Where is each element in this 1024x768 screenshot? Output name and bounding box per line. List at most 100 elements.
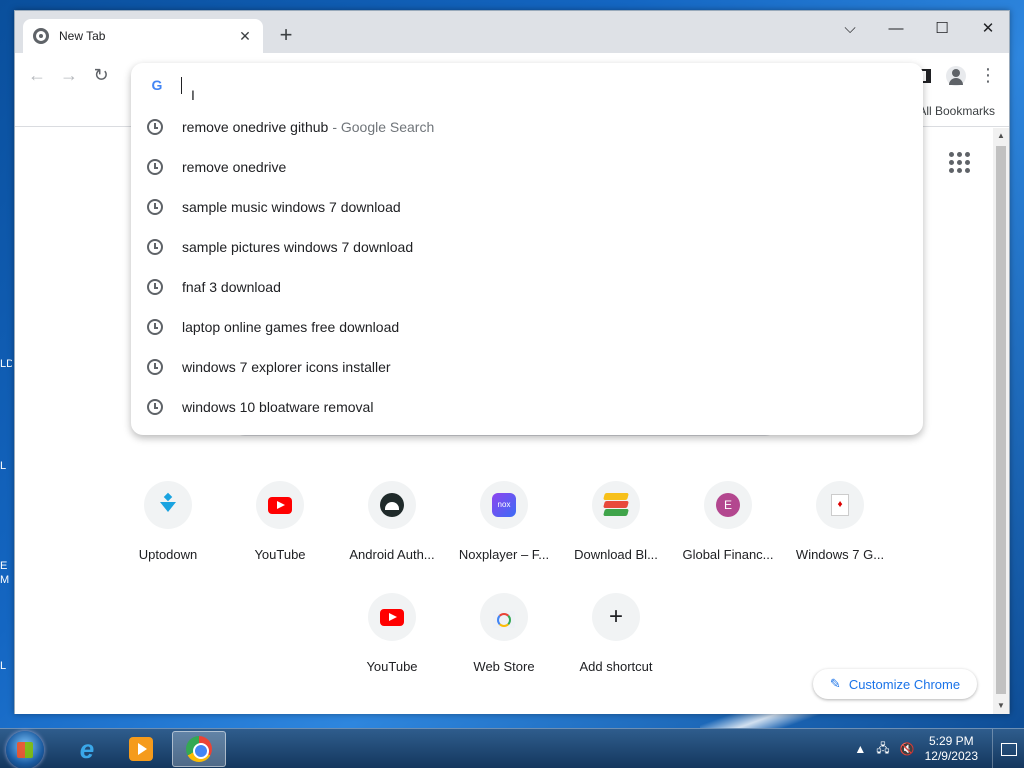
suggestion-text: sample music windows 7 download — [182, 199, 401, 215]
suggestion-text: remove onedrive github — [182, 119, 329, 135]
bluestacks-icon — [603, 493, 629, 517]
close-window-button[interactable]: ✕ — [965, 15, 1011, 45]
global-finance-icon: E — [716, 493, 740, 517]
google-apps-grid-icon[interactable] — [947, 150, 971, 174]
shortcut-title: Android Auth... — [349, 547, 435, 562]
shortcut-title: YouTube — [366, 659, 418, 674]
add-shortcut-button[interactable]: + Add shortcut — [560, 573, 672, 674]
taskbar-media-player[interactable] — [114, 731, 168, 767]
suggestion-item[interactable]: remove onedrive github - Google Search — [131, 107, 923, 147]
shortcut-icon-bg — [480, 593, 528, 641]
history-clock-icon — [147, 159, 163, 175]
address-bar-input[interactable] — [180, 73, 923, 97]
clock-time: 5:29 PM — [928, 734, 974, 748]
shortcut-tile[interactable]: Uptodown — [112, 461, 224, 562]
shortcut-icon-bg — [144, 481, 192, 529]
forward-button[interactable]: → — [57, 64, 81, 88]
google-g-icon: G — [151, 77, 163, 93]
start-button[interactable] — [6, 731, 44, 768]
windows7-games-icon: ♦ — [831, 494, 849, 516]
shortcut-icon-bg: ♦ — [816, 481, 864, 529]
profile-avatar-icon — [946, 65, 966, 86]
action-center-button[interactable] — [992, 729, 1024, 768]
tray-expand-arrow-icon[interactable]: ▲ — [854, 742, 866, 756]
chrome-favicon-icon — [33, 28, 49, 44]
plus-icon: + — [608, 603, 623, 630]
suggestion-item[interactable]: windows 7 explorer icons installer — [131, 347, 923, 387]
shortcut-icon-bg: + — [592, 593, 640, 641]
shortcut-tile[interactable]: Web Store — [448, 573, 560, 674]
system-clock[interactable]: 5:29 PM 12/9/2023 — [925, 734, 978, 764]
shortcut-tile[interactable]: YouTube — [336, 573, 448, 674]
shortcut-title: Global Financ... — [682, 547, 774, 562]
taskbar-internet-explorer[interactable]: e — [60, 731, 114, 767]
shortcut-tile[interactable]: nox Noxplayer – F... — [448, 461, 560, 562]
windows-taskbar: e ▲ 🖧 🔇 5:29 PM 12/9/2023 — [0, 728, 1024, 768]
tab-close-icon[interactable]: ✕ — [237, 28, 253, 45]
network-icon[interactable]: 🖧 — [876, 739, 889, 760]
history-clock-icon — [147, 279, 163, 295]
desktop-icon-label-fragment: L — [0, 660, 7, 672]
taskbar-chrome[interactable] — [172, 731, 226, 767]
uptodown-icon — [157, 494, 179, 516]
tab-strip: New Tab ✕ + ⌵ — ☐ ✕ — [15, 11, 1009, 53]
omnibox-dropdown: G I remove onedrive github - Google Sear… — [131, 63, 923, 435]
scroll-up-arrow-icon[interactable]: ▲ — [993, 128, 1009, 144]
reload-button[interactable]: ↻ — [89, 64, 113, 88]
volume-muted-icon[interactable]: 🔇 — [900, 742, 915, 756]
shortcut-icon-bg — [256, 481, 304, 529]
history-clock-icon — [147, 119, 163, 135]
suggestion-text: fnaf 3 download — [182, 279, 281, 295]
suggestion-text: windows 10 bloatware removal — [182, 399, 374, 415]
tab-search-chevron-icon[interactable]: ⌵ — [827, 15, 873, 45]
shortcut-title: Web Store — [473, 659, 535, 674]
internet-explorer-icon: e — [79, 733, 95, 764]
new-tab-button[interactable]: + — [273, 23, 299, 49]
media-player-icon — [129, 737, 153, 761]
shortcut-icon-bg: nox — [480, 481, 528, 529]
shortcut-icon-bg — [368, 593, 416, 641]
suggestion-text: laptop online games free download — [182, 319, 400, 335]
history-clock-icon — [147, 199, 163, 215]
suggestion-item[interactable]: sample pictures windows 7 download — [131, 227, 923, 267]
clock-date: 12/9/2023 — [924, 749, 978, 763]
chrome-menu-button[interactable]: ⋮ — [975, 63, 1001, 89]
suggestion-item[interactable]: remove onedrive — [131, 147, 923, 187]
history-clock-icon — [147, 319, 163, 335]
history-clock-icon — [147, 239, 163, 255]
shortcut-tile[interactable]: YouTube — [224, 461, 336, 562]
scroll-down-arrow-icon[interactable]: ▼ — [993, 698, 1009, 714]
shortcut-tile[interactable]: Download Bl... — [560, 461, 672, 562]
suggestion-suffix: - Google Search — [332, 119, 435, 135]
shortcut-tile[interactable]: ♦ Windows 7 G... — [784, 461, 896, 562]
minimize-button[interactable]: — — [873, 15, 919, 45]
shortcut-title: YouTube — [254, 547, 306, 562]
shortcut-title: Download Bl... — [574, 547, 658, 562]
chrome-window: New Tab ✕ + ⌵ — ☐ ✕ ← → ↻ ⋮ All Bookmark… — [14, 10, 1010, 714]
system-tray: ▲ 🖧 🔇 5:29 PM 12/9/2023 — [854, 729, 1024, 768]
suggestion-text: sample pictures windows 7 download — [182, 239, 414, 255]
desktop-icon-label-fragment: LD — [0, 358, 12, 370]
shortcut-title: Uptodown — [138, 547, 198, 562]
suggestion-item[interactable]: fnaf 3 download — [131, 267, 923, 307]
notification-icon — [1000, 742, 1017, 756]
history-clock-icon — [147, 399, 163, 415]
page-scrollbar[interactable]: ▲ ▼ — [993, 128, 1009, 714]
shortcut-title: Noxplayer – F... — [458, 547, 550, 562]
tab-title: New Tab — [59, 29, 106, 43]
profile-button[interactable] — [943, 63, 969, 89]
tab-new-tab[interactable]: New Tab ✕ — [23, 19, 263, 53]
desktop-icon-label-fragment: E — [0, 560, 8, 572]
shortcut-tile[interactable]: E Global Financ... — [672, 461, 784, 562]
android-authority-icon — [380, 493, 404, 517]
shortcut-icon-bg — [592, 481, 640, 529]
suggestion-item[interactable]: laptop online games free download — [131, 307, 923, 347]
suggestion-item[interactable]: windows 10 bloatware removal — [131, 387, 923, 427]
customize-chrome-button[interactable]: ✎ Customize Chrome — [813, 669, 977, 699]
back-button[interactable]: ← — [25, 64, 49, 88]
shortcut-tile[interactable]: Android Auth... — [336, 461, 448, 562]
scrollbar-thumb[interactable] — [996, 146, 1006, 694]
shortcut-icon-bg — [368, 481, 416, 529]
suggestion-item[interactable]: sample music windows 7 download — [131, 187, 923, 227]
maximize-button[interactable]: ☐ — [919, 15, 965, 45]
